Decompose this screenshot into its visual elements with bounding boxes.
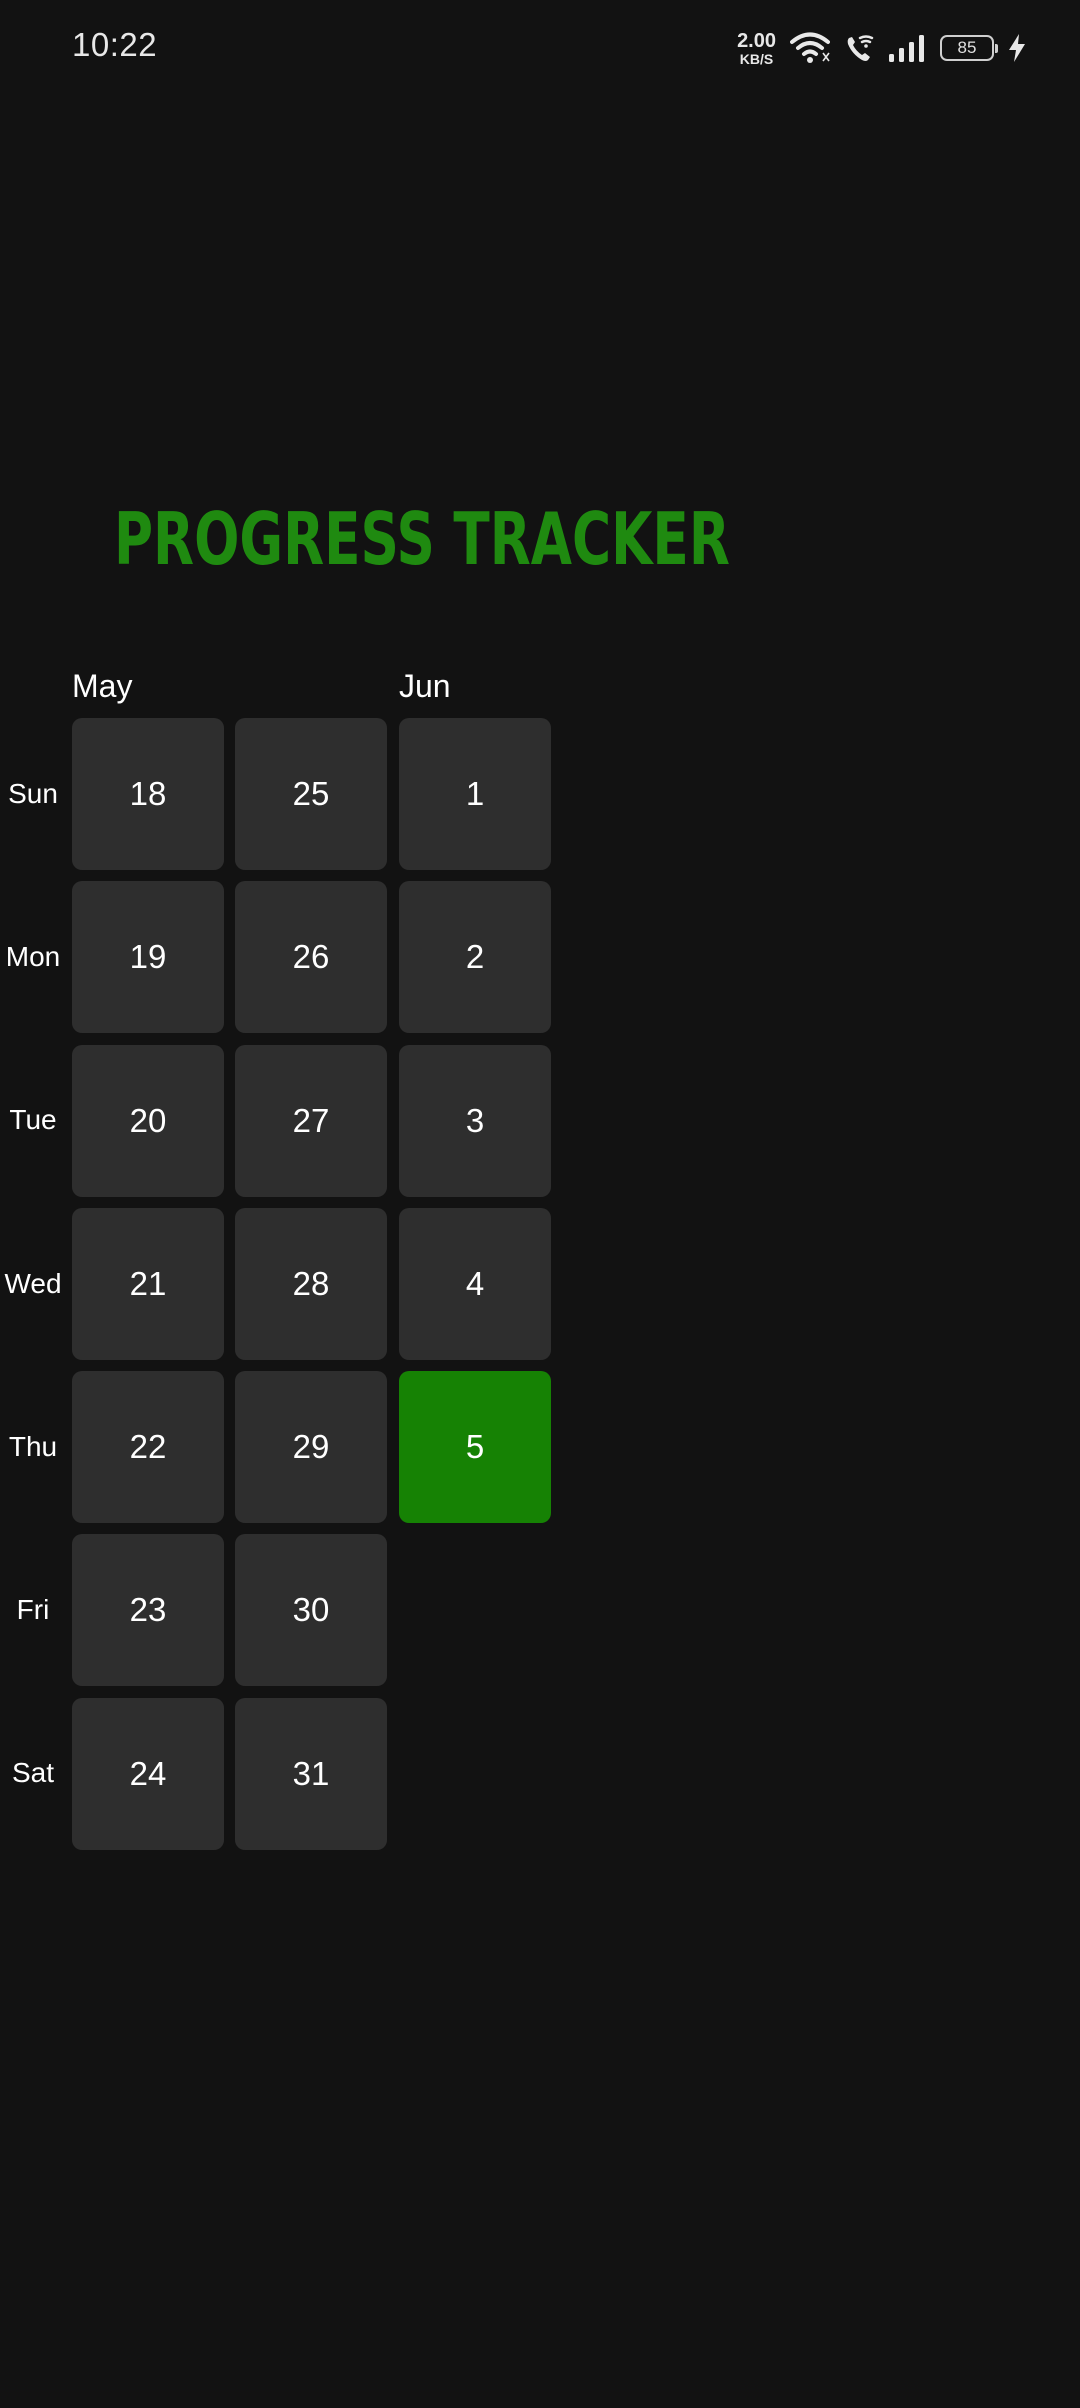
weekday-label-sun: Sun bbox=[8, 778, 58, 809]
day-cell[interactable]: 30 bbox=[235, 1534, 387, 1686]
month-label-may: May bbox=[72, 668, 133, 704]
net-speed-unit: KB/S bbox=[739, 50, 774, 67]
battery-level: 85 bbox=[957, 38, 977, 57]
day-cell[interactable]: 18 bbox=[72, 718, 224, 870]
screen: 10:22 2.00 KB/S 85 PROGRESS TRACKER May … bbox=[0, 0, 1080, 2408]
day-cell[interactable]: 22 bbox=[72, 1371, 224, 1523]
day-cell[interactable]: 4 bbox=[399, 1208, 551, 1360]
battery-icon: 85 bbox=[940, 35, 998, 61]
wifi-calling-icon bbox=[844, 32, 874, 64]
day-cell[interactable]: 3 bbox=[399, 1045, 551, 1197]
month-label-jun: Jun bbox=[399, 668, 451, 704]
day-cell[interactable]: 29 bbox=[235, 1371, 387, 1523]
day-cell[interactable]: 28 bbox=[235, 1208, 387, 1360]
weekday-label-tue: Tue bbox=[9, 1104, 57, 1135]
day-cell[interactable]: 20 bbox=[72, 1045, 224, 1197]
day-cell[interactable]: 31 bbox=[235, 1698, 387, 1850]
day-cell[interactable]: 25 bbox=[235, 718, 387, 870]
weekday-label-sat: Sat bbox=[11, 1757, 55, 1788]
charging-icon bbox=[1008, 34, 1026, 62]
wifi-icon bbox=[790, 31, 830, 65]
day-cell[interactable]: 19 bbox=[72, 881, 224, 1033]
day-cell[interactable]: 26 bbox=[235, 881, 387, 1033]
day-cell[interactable]: 24 bbox=[72, 1698, 224, 1850]
day-cell[interactable]: 27 bbox=[235, 1045, 387, 1197]
status-bar: 10:22 2.00 KB/S 85 bbox=[0, 0, 1080, 96]
day-cell-today[interactable]: 5 bbox=[399, 1371, 551, 1523]
weekday-label-fri: Fri bbox=[16, 1594, 50, 1625]
status-time: 10:22 bbox=[72, 26, 158, 63]
day-cell[interactable]: 2 bbox=[399, 881, 551, 1033]
day-cell[interactable]: 23 bbox=[72, 1534, 224, 1686]
day-cell[interactable]: 1 bbox=[399, 718, 551, 870]
page-title: PROGRESS TRACKER bbox=[114, 497, 730, 581]
weekday-label-mon: Mon bbox=[5, 941, 61, 972]
net-speed-indicator: 2.00 KB/S bbox=[737, 31, 776, 66]
status-icons: 2.00 KB/S 85 bbox=[737, 26, 1026, 70]
weekday-label-thu: Thu bbox=[8, 1431, 58, 1462]
day-cell[interactable]: 21 bbox=[72, 1208, 224, 1360]
net-speed-value: 2.00 bbox=[737, 29, 776, 52]
signal-icon bbox=[888, 34, 926, 62]
weekday-label-wed: Wed bbox=[4, 1268, 62, 1299]
